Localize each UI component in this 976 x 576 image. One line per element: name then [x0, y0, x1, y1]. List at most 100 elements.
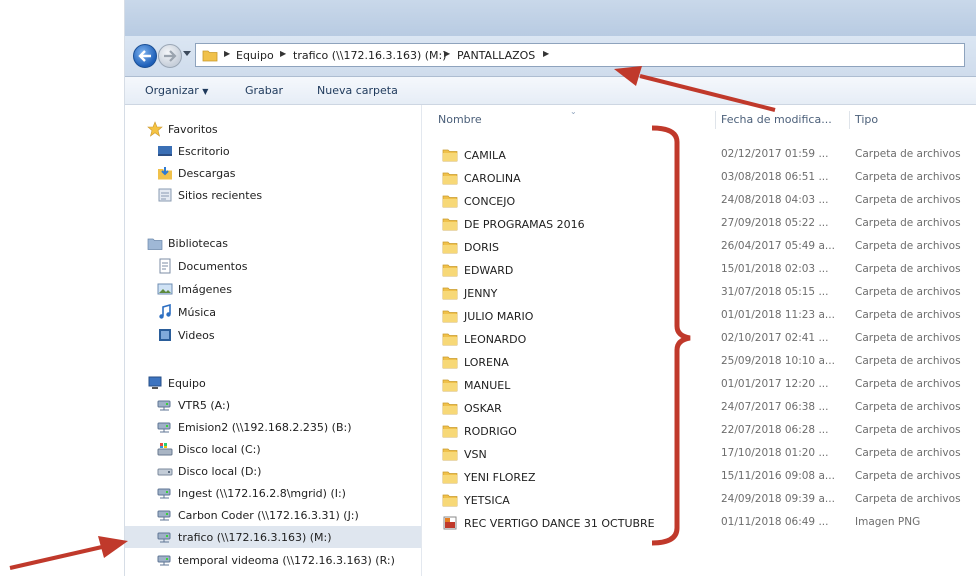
table-row[interactable]: OSKAR 24/07/2017 06:38 ... Carpeta de arch… [422, 396, 976, 419]
file-date-cell: 17/10/2018 01:20 ... [721, 447, 829, 459]
nav-drive-r[interactable]: temporal videoma (\\172.16.3.163) (R:) [157, 550, 395, 570]
new-folder-button[interactable]: Nueva carpeta [317, 84, 398, 97]
nav-favorites[interactable]: Favoritos [147, 119, 218, 139]
forward-button[interactable] [158, 44, 182, 68]
column-divider[interactable] [849, 111, 850, 129]
folder-icon [442, 402, 458, 415]
file-date-cell: 01/01/2018 11:23 a... [721, 309, 835, 321]
breadcrumb-pantallazos[interactable]: PANTALLAZOS [457, 49, 535, 62]
file-type-cell: Carpeta de archivos [855, 194, 961, 206]
breadcrumb-separator[interactable]: ▶ [280, 49, 286, 58]
file-name-label: RODRIGO [464, 424, 517, 438]
folder-icon [442, 494, 458, 507]
file-type-cell: Carpeta de archivos [855, 240, 961, 252]
nav-drive-a[interactable]: VTR5 (A:) [157, 395, 230, 415]
table-row[interactable]: JENNY 31/07/2018 05:15 ... Carpeta de arch… [422, 281, 976, 304]
folder-icon [442, 287, 458, 300]
folder-icon [442, 333, 458, 346]
nav-libraries[interactable]: Bibliotecas [147, 233, 228, 253]
desktop-icon [158, 146, 172, 156]
column-header-date[interactable]: Fecha de modifica... [721, 113, 832, 126]
nav-drive-d[interactable]: Disco local (D:) [157, 461, 261, 481]
file-type-cell: Carpeta de archivos [855, 401, 961, 413]
table-row[interactable]: EDWARD 15/01/2018 02:03 ... Carpeta de arc… [422, 258, 976, 281]
file-date-cell: 24/07/2017 06:38 ... [721, 401, 829, 413]
table-row[interactable]: LORENA 25/09/2018 10:10 a... Carpeta de ar… [422, 350, 976, 373]
table-row[interactable]: YENI FLOREZ 15/11/2016 09:08 a... Carpeta … [422, 465, 976, 488]
file-name-label: LORENA [464, 355, 509, 369]
recent-pages-dropdown[interactable] [183, 51, 191, 56]
column-header-type[interactable]: Tipo [855, 113, 878, 126]
nav-item-imagenes[interactable]: Imágenes [157, 279, 232, 299]
recent-places-icon [158, 188, 172, 202]
back-button[interactable] [133, 44, 157, 68]
folder-icon [442, 425, 458, 438]
table-row[interactable]: VSN 17/10/2018 01:20 ... Carpeta de archiv… [422, 442, 976, 465]
table-row[interactable]: REC VERTIGO DANCE 31 OCTUBRE 01/11/2018 0… [422, 511, 976, 534]
table-row[interactable]: CONCEJO 24/08/2018 04:03 ... Carpeta de ar… [422, 189, 976, 212]
file-name-label: DE PROGRAMAS 2016 [464, 217, 585, 231]
table-row[interactable]: DORIS 26/04/2017 05:49 a... Carpeta de arc… [422, 235, 976, 258]
table-row[interactable]: JULIO MARIO 01/01/2018 11:23 a... Carpeta … [422, 304, 976, 327]
file-date-cell: 24/08/2018 04:03 ... [721, 194, 829, 206]
nav-item-escritorio[interactable]: Escritorio [157, 141, 230, 161]
nav-item-label: Imágenes [178, 282, 232, 296]
burn-button[interactable]: Grabar [245, 84, 283, 97]
breadcrumb-separator[interactable]: ▶ [224, 49, 230, 58]
downloads-icon [158, 167, 172, 180]
address-bar[interactable]: ▶ Equipo ▶ trafico (\\172.16.3.163) (M:)… [195, 43, 965, 67]
column-header-name[interactable]: Nombre [438, 113, 482, 126]
file-date-cell: 25/09/2018 10:10 a... [721, 355, 835, 367]
file-date-cell: 01/01/2017 12:20 ... [721, 378, 829, 390]
column-divider[interactable] [715, 111, 716, 129]
table-row[interactable]: DE PROGRAMAS 2016 27/09/2018 05:22 ... Car… [422, 212, 976, 235]
file-name-cell: YENI FLOREZ [442, 469, 536, 485]
file-name-label: DORIS [464, 240, 499, 254]
nav-item-documentos[interactable]: Documentos [157, 256, 247, 276]
file-name-label: YETSICA [464, 493, 510, 507]
nav-item-label: VTR5 (A:) [178, 398, 231, 412]
file-name-cell: YETSICA [442, 492, 510, 508]
file-type-cell: Carpeta de archivos [855, 309, 961, 321]
file-date-cell: 31/07/2018 05:15 ... [721, 286, 829, 298]
file-name-cell: DORIS [442, 239, 499, 255]
breadcrumb-trafico[interactable]: trafico (\\172.16.3.163) (M:) [293, 49, 447, 62]
file-name-label: OSKAR [464, 401, 502, 415]
nav-drive-b[interactable]: Emision2 (\\192.168.2.235) (B:) [157, 417, 352, 437]
computer-icon [148, 376, 162, 389]
nav-item-descargas[interactable]: Descargas [157, 163, 236, 183]
table-row[interactable]: LEONARDO 02/10/2017 02:41 ... Carpeta de a… [422, 327, 976, 350]
breadcrumb-separator[interactable]: ▶ [444, 49, 450, 58]
nav-item-musica[interactable]: Música [157, 302, 216, 322]
table-row[interactable]: CAROLINA 03/08/2018 06:51 ... Carpeta de a… [422, 166, 976, 189]
file-name-cell: CONCEJO [442, 193, 515, 209]
file-type-cell: Carpeta de archivos [855, 263, 961, 275]
nav-item-videos[interactable]: Videos [157, 325, 215, 345]
file-type-cell: Carpeta de archivos [855, 148, 961, 160]
file-name-label: CAMILA [464, 148, 506, 162]
file-name-label: CONCEJO [464, 194, 516, 208]
organize-button[interactable]: Organizar ▼ [145, 84, 208, 97]
table-row[interactable]: YETSICA 24/09/2018 09:39 a... Carpeta de a… [422, 488, 976, 511]
png-image-icon [443, 516, 457, 530]
folder-icon [442, 218, 458, 231]
breadcrumb-separator[interactable]: ▶ [543, 49, 549, 58]
table-row[interactable]: CAMILA 02/12/2017 01:59 ... Carpeta de arc… [422, 143, 976, 166]
nav-drive-c[interactable]: Disco local (C:) [157, 439, 261, 459]
nav-item-label: Ingest (\\172.16.2.8\mgrid) (I:) [178, 486, 346, 500]
file-list: Nombre ⌄ Fecha de modifica... Tipo CAMIL… [422, 105, 976, 576]
file-name-label: LEONARDO [464, 332, 527, 346]
file-name-cell: VSN [442, 446, 487, 462]
nav-drive-j[interactable]: Carbon Coder (\\172.16.3.31) (J:) [157, 505, 359, 525]
table-row[interactable]: MANUEL 01/01/2017 12:20 ... Carpeta de arc… [422, 373, 976, 396]
nav-item-sitios-recientes[interactable]: Sitios recientes [157, 185, 262, 205]
table-row[interactable]: RODRIGO 22/07/2018 06:28 ... Carpeta de ar… [422, 419, 976, 442]
file-name-cell: JULIO MARIO [442, 308, 533, 324]
breadcrumb-equipo[interactable]: Equipo [236, 49, 274, 62]
forward-arrow-icon [164, 50, 177, 62]
network-drive-icon [157, 488, 171, 499]
nav-computer[interactable]: Equipo [147, 373, 206, 393]
nav-drive-i[interactable]: Ingest (\\172.16.2.8\mgrid) (I:) [157, 483, 346, 503]
folder-icon [442, 448, 458, 461]
nav-drive-m-selected[interactable]: trafico (\\172.16.3.163) (M:) [125, 526, 421, 548]
